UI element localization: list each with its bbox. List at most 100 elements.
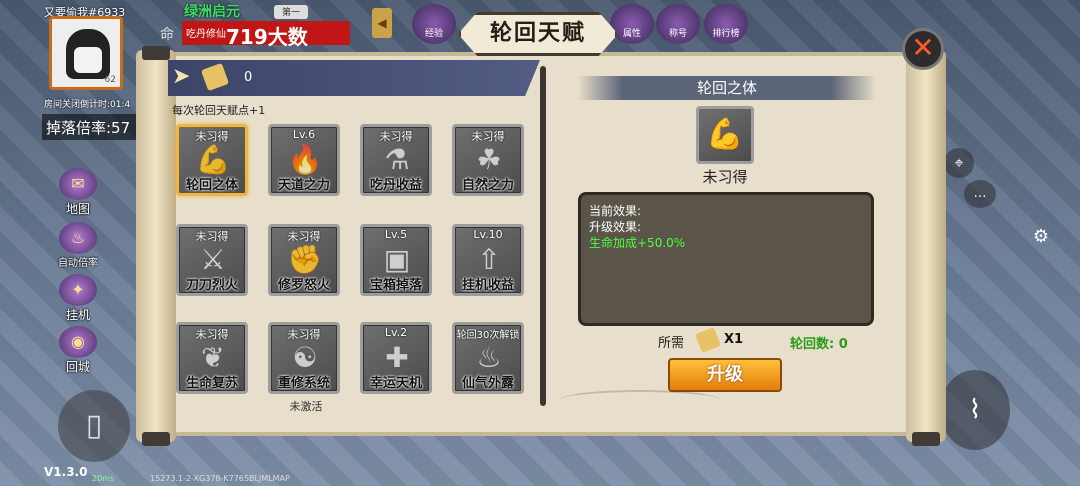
current-effect-label: 当前效果:: [589, 204, 642, 218]
blade-icon: ⚔: [200, 243, 226, 276]
ink-mountain-decoration: [560, 390, 720, 410]
close-icon: ✕: [911, 31, 935, 64]
spirit-icon: ♨: [476, 341, 502, 374]
per-cycle-note: 每次轮回天赋点+1: [172, 104, 266, 117]
skill-slot-9[interactable]: ❦ 未习得 生命复苏: [176, 322, 248, 394]
skill-slot-12[interactable]: ♨ 轮回30次解锁 仙气外露: [452, 322, 524, 394]
skill-state: Lv.2: [384, 326, 408, 339]
skill-slot-6[interactable]: ✊ 未习得 修罗怒火: [268, 224, 340, 296]
skill-name: 幸运天机: [369, 376, 422, 391]
skill-state: 未习得: [195, 230, 229, 243]
fire-body-icon: 🔥: [287, 143, 323, 176]
side-button-map[interactable]: ✉ 地图: [52, 168, 104, 217]
dialog-title: 轮回天赋: [458, 12, 618, 56]
scroll-rod-left: [136, 46, 176, 446]
skill-name: 挂机收益: [461, 278, 514, 293]
panel-divider: [540, 66, 546, 406]
scroll-rod-right: [906, 46, 946, 446]
power-label: 吃丹修仙: [186, 29, 226, 40]
cycle-count: 轮回数: 0: [790, 337, 848, 352]
top-icon-rank[interactable]: 排行榜: [704, 4, 748, 44]
nature-icon: ☘: [476, 143, 502, 176]
power-value: 719大数: [226, 25, 308, 49]
portal-icon: ◉: [59, 326, 97, 358]
drop-rate: 掉落倍率:57: [42, 114, 142, 140]
side-button-return[interactable]: ◉ 回城: [52, 326, 104, 375]
avatar-level: 62: [104, 75, 116, 85]
version-label: V1.3.0: [44, 465, 88, 479]
skill-slot-4[interactable]: ☘ 未习得 自然之力: [452, 124, 524, 196]
map-title: 绿洲启元: [184, 4, 240, 20]
skill-name: 宝箱掉落: [369, 278, 422, 293]
skill-name: 吃丹收益: [369, 178, 422, 193]
skill-state: 未习得: [195, 130, 229, 143]
detail-title: 轮回之体: [578, 76, 876, 100]
chat-icon[interactable]: …: [964, 180, 996, 208]
coin-arrow-icon: ⇧: [477, 243, 501, 276]
muscle-icon: 💪: [696, 106, 754, 164]
skill-slot-7[interactable]: ▣ Lv.5 宝箱掉落: [360, 224, 432, 296]
effects-box: 当前效果: 升级效果: 生命加成+50.0%: [578, 192, 874, 326]
potion-icon: ⚗: [384, 143, 410, 176]
avatar[interactable]: 62: [49, 16, 123, 90]
rank-tag: 第一: [274, 5, 308, 19]
side-label-auto-rate: 自动倍率: [58, 258, 98, 269]
skill-slot-10[interactable]: ☯ 未习得 重修系统: [268, 322, 340, 394]
talent-points: 0: [244, 70, 253, 85]
close-button[interactable]: ✕: [902, 28, 944, 70]
skill-slot-8[interactable]: ⇧ Lv.10 挂机收益: [452, 224, 524, 296]
meditate-icon: ☯: [292, 341, 318, 374]
skill-name: 刀刀烈火: [185, 278, 238, 293]
skill-slot-3[interactable]: ⚗ 未习得 吃丹收益: [360, 124, 432, 196]
skill-slot-1[interactable]: 💪 未习得 轮回之体: [176, 124, 248, 196]
skill-state: 未习得: [287, 328, 321, 341]
required-count: X1: [724, 332, 744, 347]
side-label-idle: 挂机: [65, 308, 90, 322]
gear-icon[interactable]: ⚙: [1030, 226, 1052, 248]
scroll-icon: [200, 62, 230, 92]
chest-icon: ▣: [383, 243, 411, 276]
skill-name: 修罗怒火: [277, 278, 330, 293]
ming-label: 命: [160, 27, 174, 43]
side-label-map: 地图: [65, 202, 90, 216]
ping-label: 20ms: [92, 474, 115, 483]
top-icon-attr[interactable]: 属性: [610, 4, 654, 44]
map-icon: ✉: [59, 168, 97, 200]
skill-name: 自然之力: [461, 178, 514, 193]
top-icon-exp[interactable]: 经验: [412, 4, 456, 44]
skill-state: 未习得: [195, 328, 229, 341]
action-button[interactable]: ⌇: [940, 370, 1010, 450]
bag-icon: ▯: [85, 408, 103, 443]
location-icon[interactable]: ⌖: [944, 148, 974, 178]
skill-state: Lv.5: [384, 228, 408, 241]
skill-slot-11[interactable]: ✚ Lv.2 幸运天机: [360, 322, 432, 394]
skill-slot-5[interactable]: ⚔ 未习得 刀刀烈火: [176, 224, 248, 296]
skill-state: Lv.6: [292, 128, 316, 141]
bat-icon: ❦: [201, 341, 225, 374]
skill-slot-2[interactable]: 🔥 Lv.6 天道之力: [268, 124, 340, 196]
muscle-icon: 💪: [195, 143, 231, 176]
side-button-idle[interactable]: ✦ 挂机: [52, 274, 104, 323]
skill-state: 未习得: [379, 130, 413, 143]
skill-name: 生命复苏: [185, 376, 238, 391]
skill-state: 未习得: [287, 230, 321, 243]
bag-button[interactable]: ▯: [58, 390, 130, 462]
flame-icon: ♨: [59, 222, 97, 254]
talent-points-bar: ➤ 0: [168, 60, 540, 96]
rage-icon: ✊: [287, 243, 323, 276]
room-timer: 房间关闭倒计时:01:4: [44, 100, 131, 110]
collapse-arrow-button[interactable]: ◀: [372, 8, 392, 38]
upgrade-effect-label: 升级效果:: [589, 220, 642, 234]
skill-state: Lv.10: [473, 228, 503, 241]
side-button-auto-rate[interactable]: ♨ 自动倍率: [52, 222, 104, 269]
skill-name: 重修系统: [277, 376, 330, 391]
inactive-note: 未激活: [289, 400, 323, 413]
top-icon-title[interactable]: 称号: [656, 4, 700, 44]
power-bar: 吃丹修仙 719大数: [182, 21, 350, 49]
side-label-return: 回城: [65, 360, 90, 374]
build-code: 15273.1-2-XG378-K776SBLJMLMAP: [150, 474, 290, 483]
upgrade-button[interactable]: 升级: [668, 358, 782, 392]
skill-name: 轮回之体: [185, 178, 238, 193]
medkit-icon: ✚: [385, 341, 409, 374]
skill-state: 轮回30次解锁: [456, 330, 520, 341]
